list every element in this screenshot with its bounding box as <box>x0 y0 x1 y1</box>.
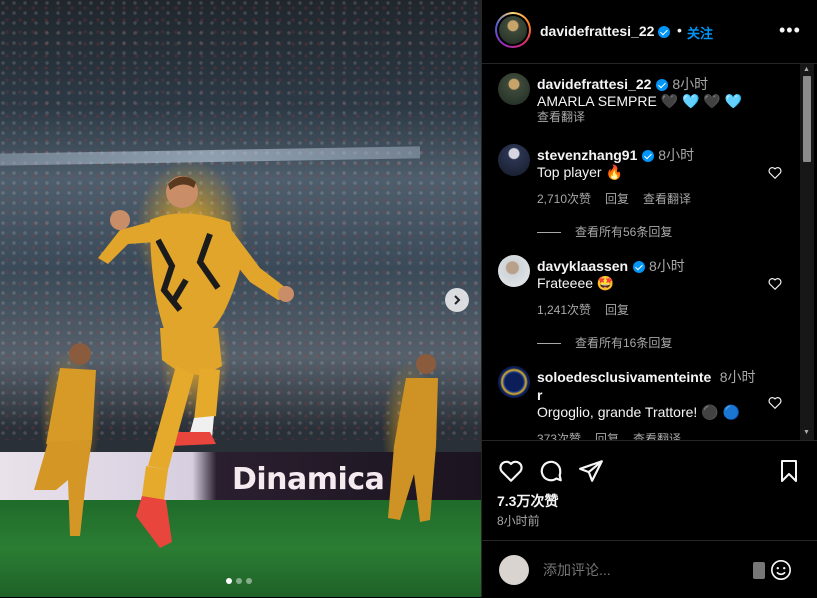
input-resize-handle[interactable] <box>753 562 765 579</box>
celebrating-player <box>98 176 294 548</box>
scroll-down-arrow-icon[interactable]: ▼ <box>803 429 810 436</box>
comment-username[interactable]: soloedesclusivamenteinte <box>537 369 711 385</box>
follow-button[interactable]: 关注 <box>687 23 713 42</box>
share-paper-plane-icon[interactable] <box>578 458 604 484</box>
comment-time[interactable]: 8小时 <box>658 147 694 163</box>
translate-link[interactable]: 查看翻译 <box>633 432 681 440</box>
comment-like-count[interactable]: 373次赞 <box>537 432 581 440</box>
comment-username-wrap[interactable]: r <box>537 387 767 403</box>
caption-avatar[interactable] <box>498 73 530 105</box>
like-count[interactable]: 7.3万次赞 <box>497 491 558 511</box>
comment-like-count[interactable]: 2,710次赞 <box>537 192 591 206</box>
comment-avatar[interactable] <box>498 144 530 176</box>
chevron-right-icon <box>454 295 461 305</box>
verified-badge-icon <box>655 78 668 91</box>
comment-meta: 1,241次赞 回复 <box>537 301 643 318</box>
comment-input[interactable] <box>541 561 745 579</box>
caption-username[interactable]: davidefrattesi_22 <box>537 76 651 92</box>
post-media[interactable]: Dinamica <box>0 0 481 597</box>
teammate-right <box>388 354 438 522</box>
post-time[interactable]: 8小时前 <box>497 512 540 529</box>
heart-icon[interactable] <box>768 277 782 291</box>
verified-badge-icon <box>632 260 645 273</box>
comment-like-count[interactable]: 1,241次赞 <box>537 303 591 317</box>
comment-text: Orgoglio, grande Trattore! ⚫ 🔵 <box>537 404 740 420</box>
comment-item: davyklaassen 8小时 Frateeee 🤩 1,241次赞 回复 查看… <box>482 255 792 350</box>
carousel-dot <box>226 578 232 584</box>
comment-meta: 2,710次赞 回复 查看翻译 <box>537 190 705 207</box>
thread-line <box>537 232 561 234</box>
caption-translate-link[interactable]: 查看翻译 <box>537 108 585 125</box>
post-header: davidefrattesi_22 • 关注 ••• <box>482 0 817 64</box>
author-avatar[interactable] <box>495 12 531 48</box>
comment-bubble-icon[interactable] <box>538 458 564 484</box>
emoji-icon[interactable] <box>770 559 792 581</box>
comments-scrollbar[interactable]: ▲ ▼ <box>800 64 814 440</box>
current-user-avatar <box>499 555 529 585</box>
comment-username[interactable]: stevenzhang91 <box>537 147 637 163</box>
comment-avatar[interactable] <box>498 255 530 287</box>
comment-item: soloedesclusivamenteinte 8小时 r Orgoglio,… <box>482 366 792 440</box>
teammate-left <box>34 343 96 536</box>
carousel-dot <box>246 578 252 584</box>
caption-time[interactable]: 8小时 <box>672 76 708 92</box>
comment-meta: 373次赞 回复 查看翻译 <box>537 430 695 440</box>
comment-item: stevenzhang91 8小时 Top player 🔥 2,710次赞 回复… <box>482 144 792 239</box>
view-replies-link[interactable]: 查看所有16条回复 <box>537 334 686 351</box>
next-slide-button[interactable] <box>445 288 469 312</box>
reply-button[interactable]: 回复 <box>605 303 629 317</box>
comment-text: Frateeee 🤩 <box>537 275 615 291</box>
caption: davidefrattesi_22 8小时 AMARLA SEMPRE 🖤 🩵 … <box>482 64 792 128</box>
verified-badge-icon <box>641 149 654 162</box>
like-heart-icon[interactable] <box>498 458 524 484</box>
comment-text: Top player 🔥 <box>537 164 623 180</box>
scroll-thumb[interactable] <box>803 76 811 162</box>
view-replies-link[interactable]: 查看所有56条回复 <box>537 223 686 240</box>
reply-button[interactable]: 回复 <box>605 192 629 206</box>
scroll-up-arrow-icon[interactable]: ▲ <box>803 66 810 73</box>
comment-time[interactable]: 8小时 <box>649 258 685 274</box>
verified-badge-icon <box>658 26 671 39</box>
comment-avatar[interactable] <box>498 366 530 398</box>
heart-icon[interactable] <box>768 166 782 180</box>
post-side-panel: davidefrattesi_22 • 关注 ••• davidefrattes… <box>481 0 817 597</box>
heart-icon[interactable] <box>768 396 782 410</box>
follow-separator: • <box>677 22 682 38</box>
thread-line <box>537 343 561 345</box>
author-username[interactable]: davidefrattesi_22 <box>540 23 671 39</box>
reply-button[interactable]: 回复 <box>595 432 619 440</box>
translate-link[interactable]: 查看翻译 <box>643 192 691 206</box>
save-bookmark-icon[interactable] <box>777 458 801 484</box>
comment-username[interactable]: davyklaassen <box>537 258 628 274</box>
post-actions: 7.3万次赞 8小时前 <box>482 440 817 541</box>
comments-list[interactable]: davidefrattesi_22 8小时 AMARLA SEMPRE 🖤 🩵 … <box>482 64 817 440</box>
carousel-dot <box>236 578 242 584</box>
add-comment-bar <box>482 540 817 598</box>
comment-time[interactable]: 8小时 <box>720 369 756 385</box>
more-options-icon[interactable]: ••• <box>779 20 801 41</box>
carousel-dots <box>226 578 252 584</box>
